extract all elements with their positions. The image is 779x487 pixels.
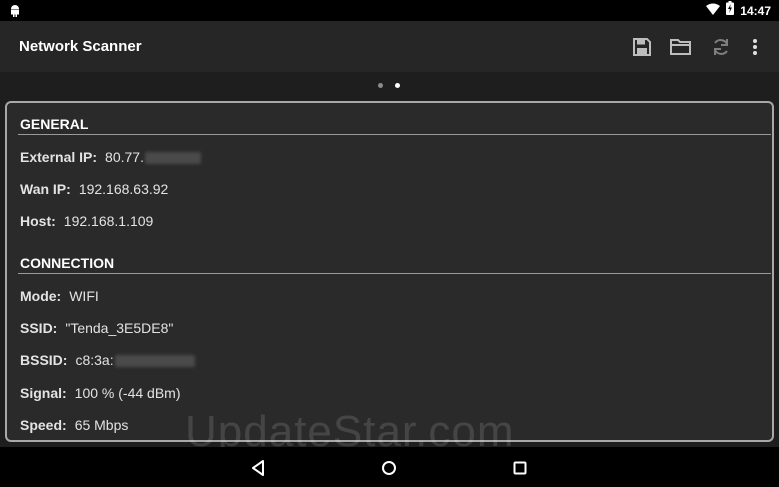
ssid-row: SSID: "Tenda_3E5DE8"	[20, 320, 173, 336]
bssid-value: c8:3a:	[75, 352, 114, 368]
android-icon	[9, 3, 21, 17]
speed-value: 65 Mbps	[74, 417, 129, 433]
signal-value: 100 % (-44 dBm)	[74, 385, 181, 401]
redacted-blur	[144, 152, 201, 165]
recents-icon[interactable]	[509, 457, 531, 479]
overflow-menu-icon[interactable]	[743, 35, 767, 59]
host-row: Host: 192.168.1.109	[20, 213, 153, 229]
navigation-bar	[0, 447, 779, 487]
signal-row: Signal: 100 % (-44 dBm)	[20, 385, 181, 401]
status-bar: 14:47	[0, 0, 779, 21]
general-divider	[18, 134, 771, 135]
general-header: GENERAL	[20, 116, 89, 132]
bssid-row: BSSID: c8:3a:	[20, 352, 195, 368]
bssid-label: BSSID:	[20, 352, 68, 368]
external-ip-value: 80.77.	[105, 149, 144, 165]
wan-ip-value: 192.168.63.92	[78, 181, 169, 197]
wan-ip-row: Wan IP: 192.168.63.92	[20, 181, 168, 197]
mode-label: Mode:	[20, 288, 62, 304]
status-clock: 14:47	[740, 3, 771, 18]
host-value: 192.168.1.109	[63, 213, 154, 229]
page-dot-1[interactable]	[378, 83, 383, 88]
battery-charging-icon	[726, 1, 735, 20]
speed-label: Speed:	[20, 417, 67, 433]
ssid-label: SSID:	[20, 320, 58, 336]
host-label: Host:	[20, 213, 56, 229]
home-icon[interactable]	[378, 457, 400, 479]
connection-header: CONNECTION	[20, 255, 115, 271]
external-ip-row: External IP: 80.77.	[20, 149, 201, 165]
mode-value: WIFI	[69, 288, 99, 304]
wan-ip-label: Wan IP:	[20, 181, 71, 197]
speed-row: Speed: 65 Mbps	[20, 417, 128, 433]
ssid-value: "Tenda_3E5DE8"	[65, 320, 174, 336]
external-ip-label: External IP:	[20, 149, 98, 165]
back-icon[interactable]	[247, 457, 269, 479]
connection-divider	[18, 273, 771, 274]
page-dot-2-active[interactable]	[395, 83, 400, 88]
signal-label: Signal:	[20, 385, 67, 401]
page-indicator	[0, 72, 779, 100]
wifi-icon	[706, 2, 721, 20]
mode-row: Mode: WIFI	[20, 288, 99, 304]
network-info-card: GENERAL External IP: 80.77. Wan IP: 192.16…	[5, 101, 774, 442]
refresh-icon[interactable]	[709, 35, 733, 59]
folder-open-icon[interactable]	[669, 35, 693, 59]
save-icon[interactable]	[630, 35, 654, 59]
action-bar: Network Scanner	[0, 21, 779, 72]
app-title: Network Scanner	[19, 38, 142, 55]
redacted-blur	[114, 355, 195, 368]
